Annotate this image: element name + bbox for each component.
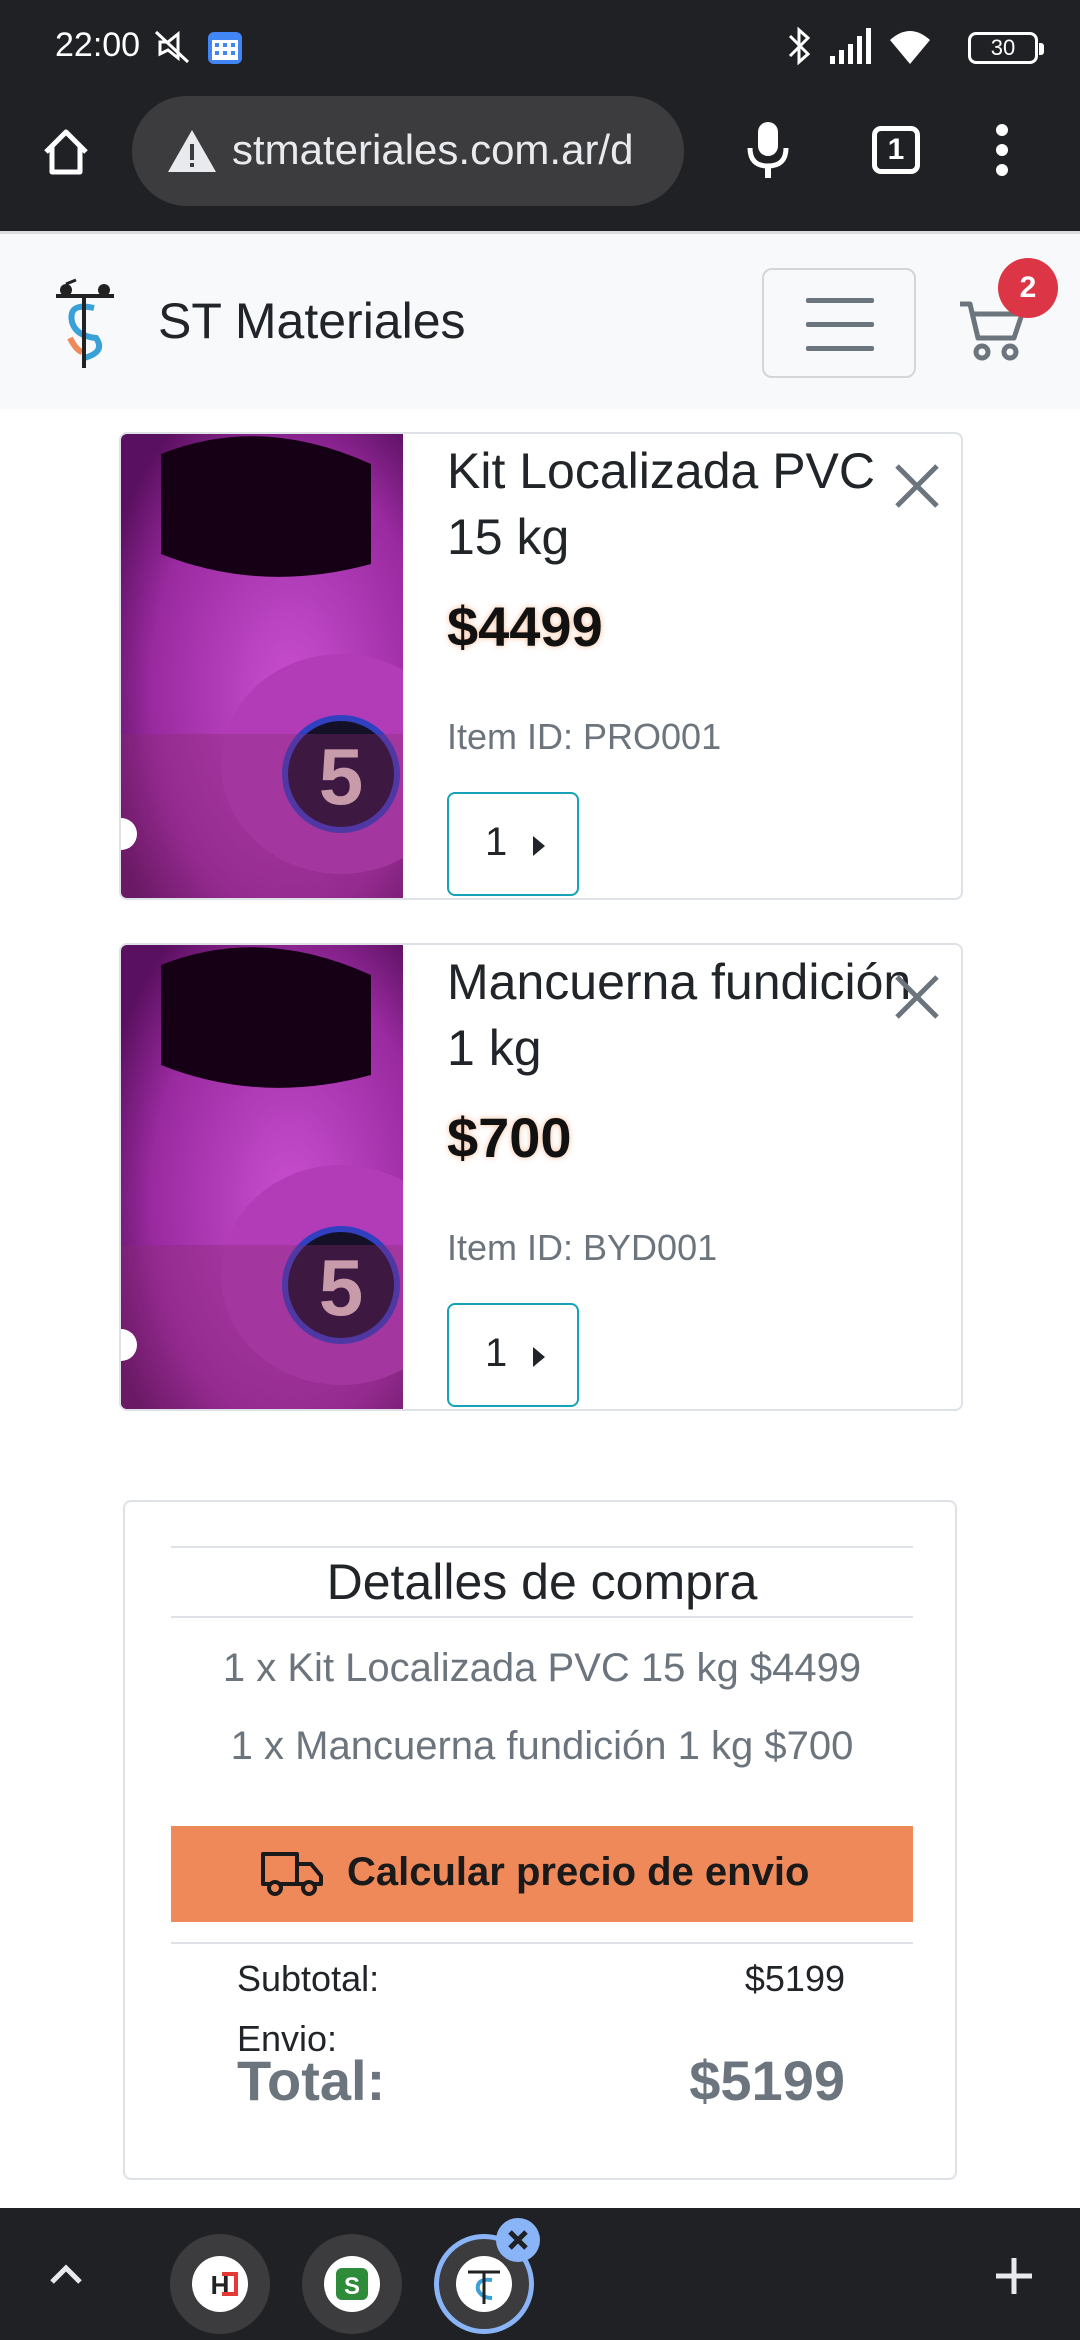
product-item-id: Item ID: PRO001 bbox=[447, 716, 722, 757]
total-value: $5199 bbox=[689, 2049, 845, 2112]
url-text[interactable]: stmateriales.com.ar/d bbox=[232, 126, 672, 174]
browser-toolbar: stmateriales.com.ar/d 1 bbox=[0, 96, 1080, 231]
address-bar[interactable]: stmateriales.com.ar/d bbox=[132, 96, 684, 206]
menu-toggle-button[interactable] bbox=[762, 268, 916, 378]
remove-item-button[interactable] bbox=[887, 456, 947, 516]
battery-icon: 30 bbox=[968, 32, 1044, 64]
tab-thumbnail[interactable]: H bbox=[170, 2234, 270, 2334]
plus-icon[interactable] bbox=[990, 2252, 1038, 2304]
remove-item-button[interactable] bbox=[887, 967, 947, 1027]
close-tab-button[interactable] bbox=[496, 2218, 540, 2262]
close-icon bbox=[508, 2230, 528, 2250]
logo[interactable] bbox=[50, 278, 120, 374]
tabs-icon[interactable]: 1 bbox=[872, 126, 920, 174]
svg-text:S: S bbox=[344, 2273, 360, 2300]
cart-item-card: 5 Kit Localizada PVC 15 kg $4499 Item ID… bbox=[119, 432, 963, 900]
hamburger-line bbox=[806, 322, 874, 327]
hamburger-line bbox=[806, 346, 874, 351]
product-image[interactable]: 5 bbox=[121, 945, 403, 1409]
product-price: $700 bbox=[447, 1106, 572, 1169]
mic-icon[interactable] bbox=[744, 118, 792, 186]
caret-right-icon bbox=[533, 1347, 545, 1367]
tab-thumbnail[interactable]: S bbox=[302, 2234, 402, 2334]
quantity-value: 1 bbox=[485, 1331, 508, 1375]
site-favicon-icon bbox=[456, 2256, 512, 2312]
cart-count-badge[interactable]: 2 bbox=[998, 258, 1058, 318]
warning-icon[interactable] bbox=[166, 128, 218, 178]
product-price: $4499 bbox=[447, 595, 603, 658]
close-icon bbox=[895, 464, 939, 508]
calculate-shipping-button[interactable]: Calcular precio de envio bbox=[171, 1826, 913, 1922]
summary-title: Detalles de compra bbox=[171, 1546, 913, 1618]
more-icon[interactable] bbox=[992, 122, 1012, 182]
wifi-icon bbox=[886, 24, 934, 72]
summary-line-item: 1 x Kit Localizada PVC 15 kg $4499 bbox=[222, 1646, 862, 1690]
site-favicon-icon: H bbox=[192, 2256, 248, 2312]
quantity-select[interactable]: 1 bbox=[447, 1303, 579, 1407]
home-icon[interactable] bbox=[38, 124, 94, 184]
tab-strip: H S bbox=[0, 2208, 1080, 2340]
caret-right-icon bbox=[533, 836, 545, 856]
cart-item-card: 5 Mancuerna fundición 1 kg $700 Item ID:… bbox=[119, 943, 963, 1411]
hamburger-line bbox=[806, 298, 874, 303]
purchase-summary: Detalles de compra 1 x Kit Localizada PV… bbox=[123, 1500, 957, 2180]
brand-name[interactable]: ST Materiales bbox=[158, 292, 466, 350]
summary-line-item: 1 x Mancuerna fundición 1 kg $700 bbox=[230, 1724, 854, 1768]
subtotal-label: Subtotal: bbox=[237, 1958, 380, 1999]
status-time: 22:00 bbox=[55, 26, 141, 64]
chevron-up-icon[interactable] bbox=[46, 2260, 86, 2292]
subtotal-value: $5199 bbox=[744, 1958, 845, 1999]
product-title[interactable]: Kit Localizada PVC 15 kg bbox=[447, 438, 937, 570]
calendar-icon bbox=[206, 28, 244, 70]
truck-icon bbox=[259, 1846, 325, 1910]
quantity-value: 1 bbox=[485, 820, 508, 864]
signal-icon bbox=[826, 24, 876, 72]
product-image[interactable]: 5 bbox=[121, 434, 403, 898]
site-favicon-icon: S bbox=[324, 2256, 380, 2312]
bluetooth-icon bbox=[784, 24, 816, 72]
product-item-id: Item ID: BYD001 bbox=[447, 1227, 718, 1268]
status-bar: 22:00 30 bbox=[0, 0, 1080, 96]
close-icon bbox=[895, 975, 939, 1019]
site-header: ST Materiales 2 bbox=[0, 231, 1080, 409]
product-title[interactable]: Mancuerna fundición 1 kg bbox=[447, 949, 937, 1081]
total-label: Total: bbox=[237, 2049, 386, 2112]
divider bbox=[171, 1942, 913, 1944]
mute-icon bbox=[150, 24, 194, 72]
calculate-shipping-label: Calcular precio de envio bbox=[347, 1850, 810, 1894]
quantity-select[interactable]: 1 bbox=[447, 792, 579, 896]
